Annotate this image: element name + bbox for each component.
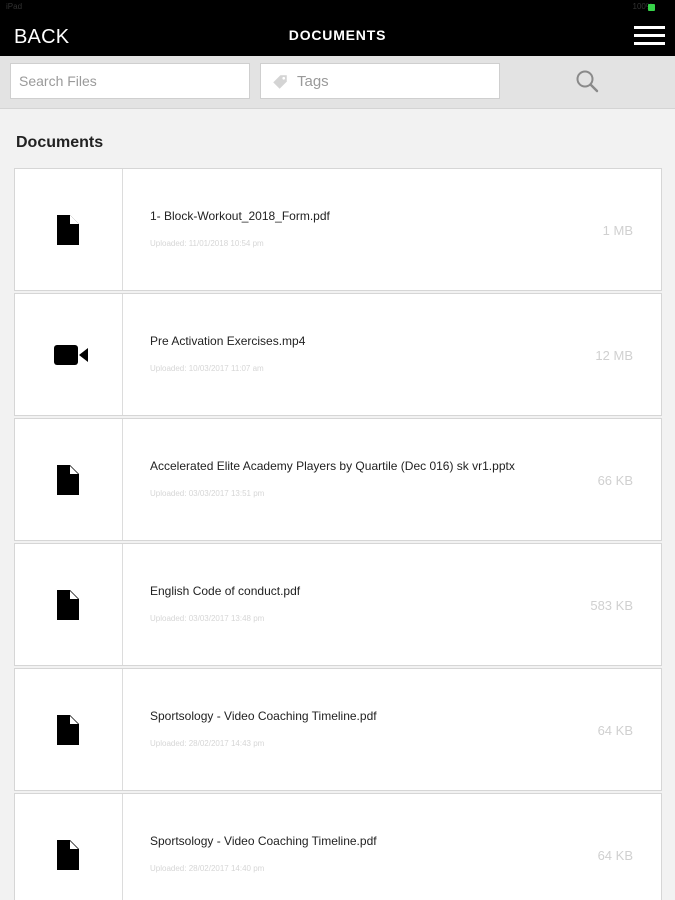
search-toolbar	[0, 56, 675, 109]
document-list: 1- Block-Workout_2018_Form.pdf Uploaded:…	[14, 168, 662, 900]
document-size: 12 MB	[595, 348, 633, 363]
document-uploaded-date: Uploaded: 11/01/2018 10:54 pm	[150, 239, 264, 248]
hamburger-menu-icon[interactable]	[634, 26, 665, 46]
document-name: 1- Block-Workout_2018_Form.pdf	[150, 209, 330, 223]
file-icon	[57, 840, 79, 870]
document-uploaded-date: Uploaded: 03/03/2017 13:48 pm	[150, 614, 265, 623]
tag-icon	[273, 75, 287, 89]
document-icon-cell	[15, 544, 123, 665]
file-icon	[57, 215, 79, 245]
document-name: Sportsology - Video Coaching Timeline.pd…	[150, 834, 377, 848]
section-title: Documents	[16, 134, 104, 151]
page-title: DOCUMENTS	[288, 27, 387, 43]
search-files-input[interactable]	[10, 63, 250, 99]
document-icon-cell	[15, 419, 123, 540]
document-icon-cell	[15, 294, 123, 415]
file-icon	[57, 465, 79, 495]
document-size: 66 KB	[597, 473, 633, 488]
document-uploaded-date: Uploaded: 03/03/2017 13:51 pm	[150, 489, 265, 498]
app-screen: iPad 100% BACK DOCUMENTS Documents	[0, 0, 675, 900]
document-name: Sportsology - Video Coaching Timeline.pd…	[150, 709, 377, 723]
document-row[interactable]: Sportsology - Video Coaching Timeline.pd…	[14, 668, 662, 791]
document-row[interactable]: English Code of conduct.pdf Uploaded: 03…	[14, 543, 662, 666]
document-size: 583 KB	[590, 598, 633, 613]
tags-field[interactable]	[260, 63, 500, 99]
battery-icon	[648, 4, 655, 11]
status-bar: iPad 100%	[0, 0, 675, 14]
document-row[interactable]: Pre Activation Exercises.mp4 Uploaded: 1…	[14, 293, 662, 416]
document-row[interactable]: Accelerated Elite Academy Players by Qua…	[14, 418, 662, 541]
document-size: 1 MB	[602, 223, 633, 238]
document-name: English Code of conduct.pdf	[150, 584, 301, 598]
document-size: 64 KB	[597, 848, 633, 863]
document-name: Pre Activation Exercises.mp4	[150, 334, 306, 348]
video-camera-icon	[54, 345, 88, 365]
document-name: Accelerated Elite Academy Players by Qua…	[150, 459, 515, 473]
document-size: 64 KB	[597, 723, 633, 738]
status-carrier: iPad	[6, 2, 23, 11]
document-row[interactable]: Sportsology - Video Coaching Timeline.pd…	[14, 793, 662, 900]
document-icon-cell	[15, 169, 123, 290]
document-icon-cell	[15, 669, 123, 790]
document-uploaded-date: Uploaded: 28/02/2017 14:43 pm	[150, 739, 265, 748]
search-icon[interactable]	[574, 68, 602, 96]
back-button[interactable]: BACK	[14, 24, 69, 50]
document-uploaded-date: Uploaded: 10/03/2017 11:07 am	[150, 364, 264, 373]
file-icon	[57, 590, 79, 620]
document-row[interactable]: 1- Block-Workout_2018_Form.pdf Uploaded:…	[14, 168, 662, 291]
file-icon	[57, 715, 79, 745]
document-icon-cell	[15, 794, 123, 900]
top-bar: iPad 100% BACK DOCUMENTS	[0, 0, 675, 56]
document-uploaded-date: Uploaded: 28/02/2017 14:40 pm	[150, 864, 265, 873]
tags-input[interactable]	[297, 64, 493, 98]
